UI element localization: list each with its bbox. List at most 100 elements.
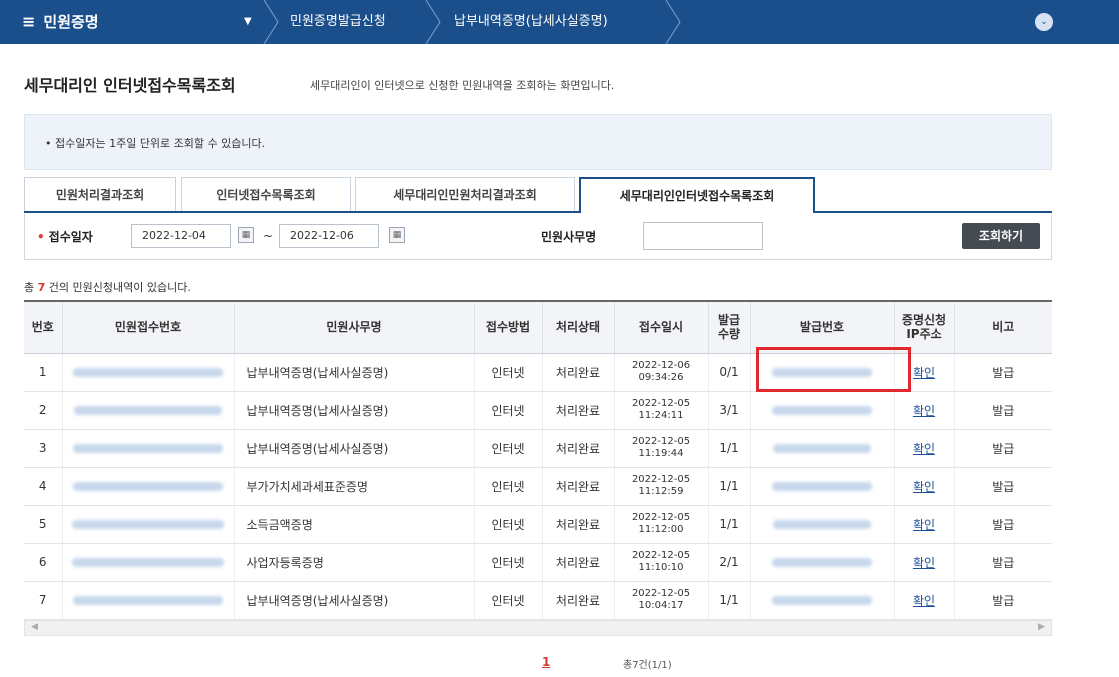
cell-no: 7 (24, 581, 63, 620)
cell-no: 1 (24, 353, 63, 392)
cell-qty: 1/1 (708, 467, 751, 506)
ip-confirm-link[interactable]: 확인 (913, 480, 935, 494)
cell-ip: 확인 (894, 581, 955, 620)
cell-date: 2022-12-05 (631, 398, 691, 409)
top-navigation-bar: ≡ 민원증명 ▼ 민원증명발급신청 납부내역증명(납세사실증명) ⌄ (0, 0, 1119, 44)
tab-agent-internet-list[interactable]: 세무대리인인터넷접수목록조회 (579, 177, 815, 213)
tab-internet-list[interactable]: 인터넷접수목록조회 (181, 177, 351, 211)
cell-receipt-no (62, 467, 235, 506)
cell-note: 발급 (954, 581, 1052, 620)
calendar-icon[interactable]: ▦ (238, 227, 254, 243)
chevron-down-icon[interactable]: ▼ (244, 0, 252, 44)
expand-circle-icon[interactable]: ⌄ (1035, 13, 1053, 31)
ip-confirm-link[interactable]: 확인 (913, 404, 935, 418)
cell-receipt-no (62, 391, 235, 430)
table-header-row: 번호 민원접수번호 민원사무명 접수방법 처리상태 접수일시 발급 수량 발급번… (24, 300, 1052, 354)
header-ip: 증명신청 IP주소 (894, 300, 955, 354)
cell-time: 11:24:11 (638, 410, 684, 421)
ip-confirm-link[interactable]: 확인 (913, 556, 935, 570)
cell-method: 인터넷 (474, 391, 543, 430)
cell-date: 2022-12-05 (631, 474, 691, 485)
tab-civil-result[interactable]: 민원처리결과조회 (24, 177, 176, 211)
scroll-left-icon[interactable]: ◀ (31, 622, 38, 632)
ip-confirm-link[interactable]: 확인 (913, 594, 935, 608)
header-no: 번호 (24, 300, 63, 354)
cell-ip: 확인 (894, 505, 955, 544)
cell-status: 처리완료 (542, 467, 615, 506)
cell-qty: 0/1 (708, 353, 751, 392)
cell-method: 인터넷 (474, 581, 543, 620)
search-button[interactable]: 조회하기 (962, 223, 1040, 249)
cell-note: 발급 (954, 353, 1052, 392)
cell-method: 인터넷 (474, 543, 543, 582)
cell-issue-no (750, 543, 895, 582)
date-to-input[interactable]: 2022-12-06 (279, 224, 379, 248)
highlight-box (756, 347, 911, 392)
ip-confirm-link[interactable]: 확인 (913, 518, 935, 532)
tab-bar: 민원처리결과조회 인터넷접수목록조회 세무대리인민원처리결과조회 세무대리인인터… (24, 177, 1052, 213)
cell-no: 5 (24, 505, 63, 544)
office-input[interactable] (643, 222, 763, 250)
cell-qty: 3/1 (708, 391, 751, 430)
page-total: 총7건(1/1) (623, 660, 672, 671)
cell-time: 10:04:17 (638, 600, 684, 611)
cell-qty: 1/1 (708, 429, 751, 468)
cell-method: 인터넷 (474, 467, 543, 506)
breadcrumb-separator-icon (665, 0, 681, 44)
hamburger-icon: ≡ (22, 12, 36, 31)
cell-ip: 확인 (894, 467, 955, 506)
cell-status: 처리완료 (542, 353, 615, 392)
cell-datetime: 2022-12-05 11:19:44 (614, 429, 709, 468)
cell-issue-no (750, 467, 895, 506)
cell-receipt-no (62, 581, 235, 620)
table-row: 4 부가가치세과세표준증명 인터넷 처리완료 2022-12-05 11:12:59 1/1… (24, 467, 1052, 506)
header-method: 접수방법 (474, 300, 543, 354)
date-from-input[interactable]: 2022-12-04 (131, 224, 231, 248)
header-status: 처리상태 (542, 300, 615, 354)
cell-datetime: 2022-12-06 09:34:26 (614, 353, 709, 392)
cell-status: 처리완료 (542, 543, 615, 582)
required-mark: • (37, 230, 45, 244)
cell-time: 11:12:59 (638, 486, 684, 497)
cell-date: 2022-12-05 (631, 436, 691, 447)
cell-ip: 확인 (894, 391, 955, 430)
cell-time: 09:34:26 (638, 372, 684, 383)
info-box: • 접수일자는 1주일 단위로 조회할 수 있습니다. (24, 114, 1052, 170)
office-label: 민원사무명 (541, 230, 597, 244)
cell-issue-no (750, 581, 895, 620)
table-row: 6 사업자등록증명 인터넷 처리완료 2022-12-05 11:10:10 2/1 확인 발급 (24, 543, 1052, 582)
cell-datetime: 2022-12-05 11:12:00 (614, 505, 709, 544)
cell-status: 처리완료 (542, 581, 615, 620)
page-description: 세무대리인이 인터넷으로 신청한 민원내역을 조회하는 화면입니다. (310, 79, 615, 92)
cell-receipt-no (62, 429, 235, 468)
page-title: 세무대리인 인터넷접수목록조회 (24, 76, 236, 95)
scroll-right-icon[interactable]: ▶ (1038, 622, 1045, 632)
calendar-icon[interactable]: ▦ (389, 227, 405, 243)
tab-agent-result[interactable]: 세무대리인민원처리결과조회 (355, 177, 575, 211)
header-office-name: 민원사무명 (234, 300, 475, 354)
header-issue-no: 발급번호 (750, 300, 895, 354)
breadcrumb-item-certificate[interactable]: 납부내역증명(납세사실증명) (454, 0, 608, 44)
info-text: • 접수일자는 1주일 단위로 조회할 수 있습니다. (45, 137, 266, 150)
cell-date: 2022-12-05 (631, 588, 691, 599)
header-qty: 발급 수량 (708, 300, 751, 354)
cell-time: 11:12:00 (638, 524, 684, 535)
breadcrumb-item-apply[interactable]: 민원증명발급신청 (290, 0, 386, 44)
cell-office-name: 납부내역증명(납세사실증명) (234, 429, 475, 468)
cell-office-name: 납부내역증명(납세사실증명) (234, 353, 475, 392)
table-row: 7 납부내역증명(납세사실증명) 인터넷 처리완료 2022-12-05 10:04:17… (24, 581, 1052, 620)
page-link-current[interactable]: 1 (542, 655, 550, 669)
date-label-text: 접수일자 (48, 230, 93, 244)
ip-confirm-link[interactable]: 확인 (913, 442, 935, 456)
horizontal-scrollbar[interactable]: ◀ ▶ (24, 620, 1052, 636)
cell-datetime: 2022-12-05 11:10:10 (614, 543, 709, 582)
cell-status: 처리완료 (542, 391, 615, 430)
cell-method: 인터넷 (474, 353, 543, 392)
cell-datetime: 2022-12-05 10:04:17 (614, 581, 709, 620)
breadcrumb-separator-icon (425, 0, 441, 44)
cell-qty: 1/1 (708, 505, 751, 544)
main-menu-button[interactable]: ≡ 민원증명 (22, 0, 99, 44)
cell-receipt-no (62, 505, 235, 544)
result-count: 총 7 건의 민원신청내역이 있습니다. (24, 279, 191, 295)
ip-confirm-link[interactable]: 확인 (913, 366, 935, 380)
